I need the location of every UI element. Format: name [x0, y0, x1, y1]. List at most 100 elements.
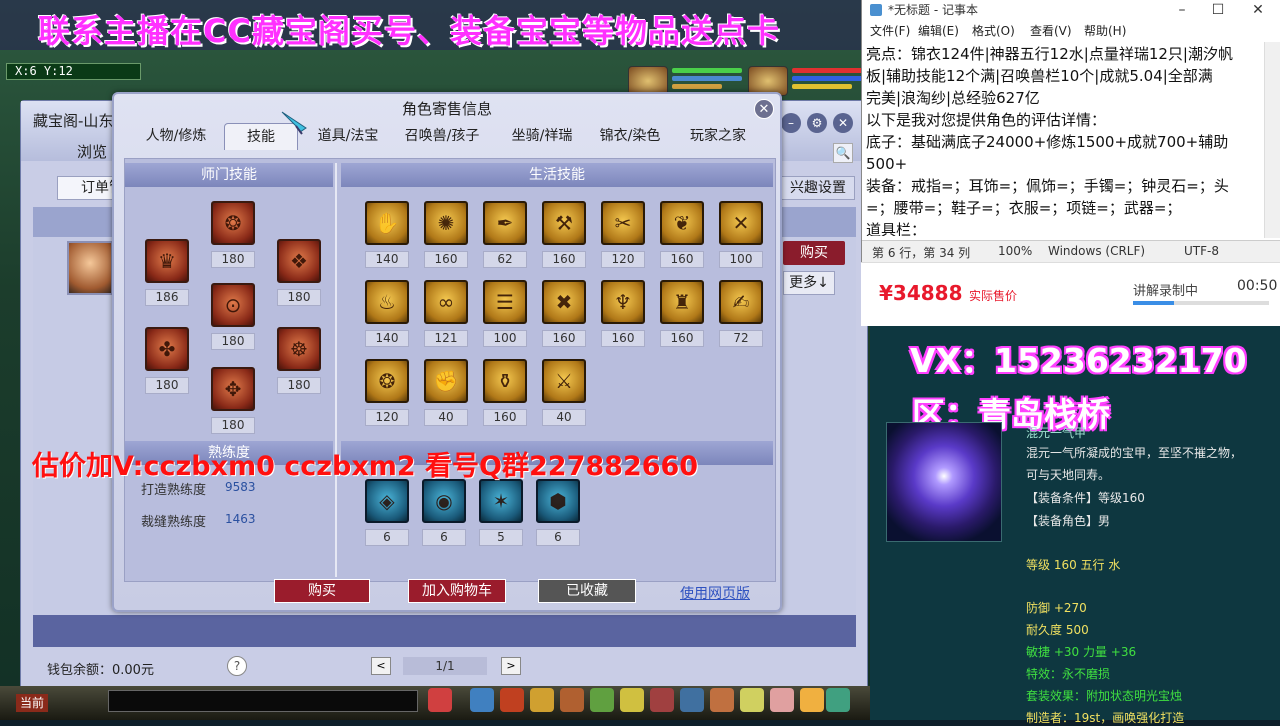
- special-skill-icon[interactable]: ⬢: [536, 479, 580, 523]
- smile-icon[interactable]: [800, 688, 824, 712]
- life-skill-glyph: ✊: [433, 369, 459, 393]
- close-icon[interactable]: ✕: [1238, 0, 1278, 20]
- life-skill-level: 121: [424, 330, 468, 347]
- life-skill-glyph: ♆: [614, 290, 632, 314]
- life-skill-icon[interactable]: ♨: [365, 280, 409, 324]
- special-skill-icon[interactable]: ✶: [479, 479, 523, 523]
- school-skill-icon[interactable]: ✤: [145, 327, 189, 371]
- guild-icon[interactable]: [620, 688, 644, 712]
- life-skill-glyph: ☰: [496, 290, 514, 314]
- life-skill-glyph: ✍: [732, 290, 750, 314]
- life-skill-icon[interactable]: ∞: [424, 280, 468, 324]
- menu-file[interactable]: 文件(F): [870, 22, 910, 39]
- special-skill-level: 6: [536, 529, 580, 546]
- minimize-icon[interactable]: –: [781, 113, 801, 133]
- menu-edit[interactable]: 编辑(E): [918, 22, 959, 39]
- skill-icon[interactable]: [560, 688, 584, 712]
- add-to-cart-button[interactable]: 加入购物车: [408, 579, 506, 603]
- special-skill-icon[interactable]: ◉: [422, 479, 466, 523]
- life-skill-level: 120: [601, 251, 645, 268]
- tab-home[interactable]: 玩家之家: [676, 123, 760, 150]
- life-skill-icon[interactable]: ✂: [601, 201, 645, 245]
- cbg-browse-tab[interactable]: 浏览: [77, 141, 107, 162]
- listing-buy-button[interactable]: 购买: [783, 241, 845, 265]
- notepad-window: *无标题 - 记事本 – ☐ ✕ 文件(F) 编辑(E) 格式(O) 查看(V)…: [861, 0, 1280, 262]
- more-button[interactable]: 更多↓: [783, 271, 835, 295]
- chat-input[interactable]: [108, 690, 418, 712]
- help-icon[interactable]: ?: [227, 656, 247, 676]
- menu-view[interactable]: 查看(V): [1030, 22, 1072, 39]
- special-skill-icon[interactable]: ◈: [365, 479, 409, 523]
- player-sp-bar: [792, 84, 852, 89]
- text-line: 装备：戒指=；耳饰=；佩饰=；手镯=；钟灵石=；头: [866, 177, 1229, 195]
- life-skill-icon[interactable]: ❦: [660, 201, 704, 245]
- life-skill-icon[interactable]: ☰: [483, 280, 527, 324]
- text-line: =；腰带=；鞋子=；衣服=；项链=；武器=；: [866, 199, 1182, 217]
- shop-icon[interactable]: [710, 688, 734, 712]
- life-skill-level: 72: [719, 330, 763, 347]
- collected-button[interactable]: 已收藏: [538, 579, 636, 603]
- close-icon[interactable]: ✕: [833, 113, 853, 133]
- close-icon[interactable]: ✕: [754, 99, 774, 119]
- menu-help[interactable]: 帮助(H): [1084, 22, 1126, 39]
- buy-button[interactable]: 购买: [274, 579, 370, 603]
- special-skill-level: 6: [365, 529, 409, 546]
- pet-exp-bar: [672, 84, 722, 89]
- life-skill-icon[interactable]: ✊: [424, 359, 468, 403]
- maximize-icon[interactable]: ☐: [1198, 0, 1238, 20]
- school-skill-level: 180: [277, 289, 321, 306]
- chat-channel-button[interactable]: 当前: [16, 694, 48, 712]
- cbg-title: 藏宝阁-山东: [33, 112, 114, 130]
- life-skill-icon[interactable]: ✍: [719, 280, 763, 324]
- life-skill-icon[interactable]: ✖: [542, 280, 586, 324]
- tab-summons[interactable]: 召唤兽/孩子: [392, 123, 492, 150]
- school-skill-icon[interactable]: ❖: [277, 239, 321, 283]
- notepad-text-area[interactable]: 亮点：锦衣124件|神器五行12水|点量祥瑞12只|潮汐帆 板|辅助技能12个满…: [866, 43, 1261, 236]
- life-skill-icon[interactable]: ⚒: [542, 201, 586, 245]
- life-skill-icon[interactable]: ⚱: [483, 359, 527, 403]
- bag-icon[interactable]: [530, 688, 554, 712]
- life-skill-level: 160: [542, 330, 586, 347]
- mail-icon[interactable]: [650, 688, 674, 712]
- life-skill-icon[interactable]: ❂: [365, 359, 409, 403]
- notepad-scrollbar[interactable]: [1264, 42, 1280, 238]
- life-skill-icon[interactable]: ✋: [365, 201, 409, 245]
- life-skill-icon[interactable]: ♆: [601, 280, 645, 324]
- menu-format[interactable]: 格式(O): [972, 22, 1015, 39]
- school-skill-icon[interactable]: ✥: [211, 367, 255, 411]
- school-skill-icon[interactable]: ☸: [277, 327, 321, 371]
- school-skill-level: 180: [211, 333, 255, 350]
- achievement-icon[interactable]: [740, 688, 764, 712]
- life-skill-icon[interactable]: ⚔: [542, 359, 586, 403]
- web-version-link[interactable]: 使用网页版: [680, 583, 750, 603]
- character-avatar[interactable]: [67, 241, 113, 295]
- gear-icon[interactable]: ⚙: [807, 113, 827, 133]
- friend-icon[interactable]: [590, 688, 614, 712]
- tab-character[interactable]: 人物/修炼: [130, 123, 222, 150]
- life-skill-level: 40: [424, 409, 468, 426]
- school-skill-icon[interactable]: ❂: [211, 201, 255, 245]
- tab-mounts[interactable]: 坐骑/祥瑞: [500, 123, 584, 150]
- minimize-icon[interactable]: –: [1162, 0, 1202, 20]
- panda-icon[interactable]: [428, 688, 452, 712]
- life-skill-icon[interactable]: ♜: [660, 280, 704, 324]
- next-page-button[interactable]: >: [501, 657, 521, 675]
- search-icon[interactable]: 🔍: [833, 143, 853, 163]
- team-icon[interactable]: [500, 688, 524, 712]
- section-divider: [335, 163, 337, 577]
- life-skill-level: 40: [542, 409, 586, 426]
- life-skill-icon[interactable]: ✕: [719, 201, 763, 245]
- quest-icon[interactable]: [680, 688, 704, 712]
- tab-items[interactable]: 道具/法宝: [308, 123, 388, 150]
- tab-outfits[interactable]: 锦衣/染色: [588, 123, 672, 150]
- school-skill-icon[interactable]: ⊙: [211, 283, 255, 327]
- sword-icon[interactable]: [470, 688, 494, 712]
- interest-settings-button[interactable]: 兴趣设置: [781, 176, 855, 200]
- system-icon[interactable]: [826, 688, 850, 712]
- prev-page-button[interactable]: <: [371, 657, 391, 675]
- life-skill-icon[interactable]: ✺: [424, 201, 468, 245]
- item-durability: 耐久度 500: [1026, 623, 1089, 637]
- life-skill-icon[interactable]: ✒: [483, 201, 527, 245]
- gift-icon[interactable]: [770, 688, 794, 712]
- school-skill-icon[interactable]: ♛: [145, 239, 189, 283]
